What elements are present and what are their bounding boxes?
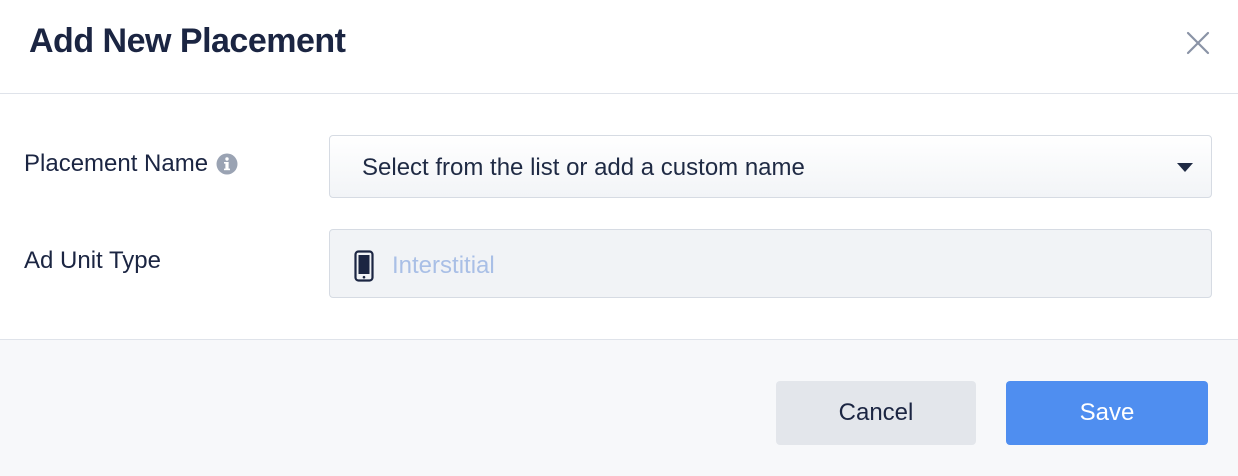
placement-name-label: Placement Name [24, 150, 209, 177]
close-icon [1186, 31, 1210, 55]
placement-name-row-label: Placement Name [24, 150, 238, 178]
dialog-body: Placement Name Select from the list or a… [0, 95, 1238, 340]
ad-unit-type-row-label: Ad Unit Type [24, 247, 161, 275]
save-button[interactable]: Save [1006, 381, 1208, 445]
placement-name-select[interactable]: Select from the list or add a custom nam… [329, 135, 1212, 198]
close-button[interactable] [1183, 28, 1213, 58]
add-placement-dialog: Add New Placement Placement Name Select … [0, 0, 1238, 476]
dialog-header: Add New Placement [0, 0, 1238, 94]
info-icon[interactable] [216, 153, 238, 175]
caret-down-icon [1177, 163, 1193, 172]
dialog-footer: Cancel Save [0, 339, 1238, 476]
ad-unit-type-field: Interstitial [329, 229, 1212, 298]
placement-name-placeholder: Select from the list or add a custom nam… [362, 154, 805, 181]
cancel-button[interactable]: Cancel [776, 381, 976, 445]
ad-unit-type-label: Ad Unit Type [24, 247, 161, 274]
ad-unit-type-value: Interstitial [392, 252, 495, 279]
dialog-title: Add New Placement [29, 22, 346, 60]
mobile-phone-icon [354, 250, 374, 282]
